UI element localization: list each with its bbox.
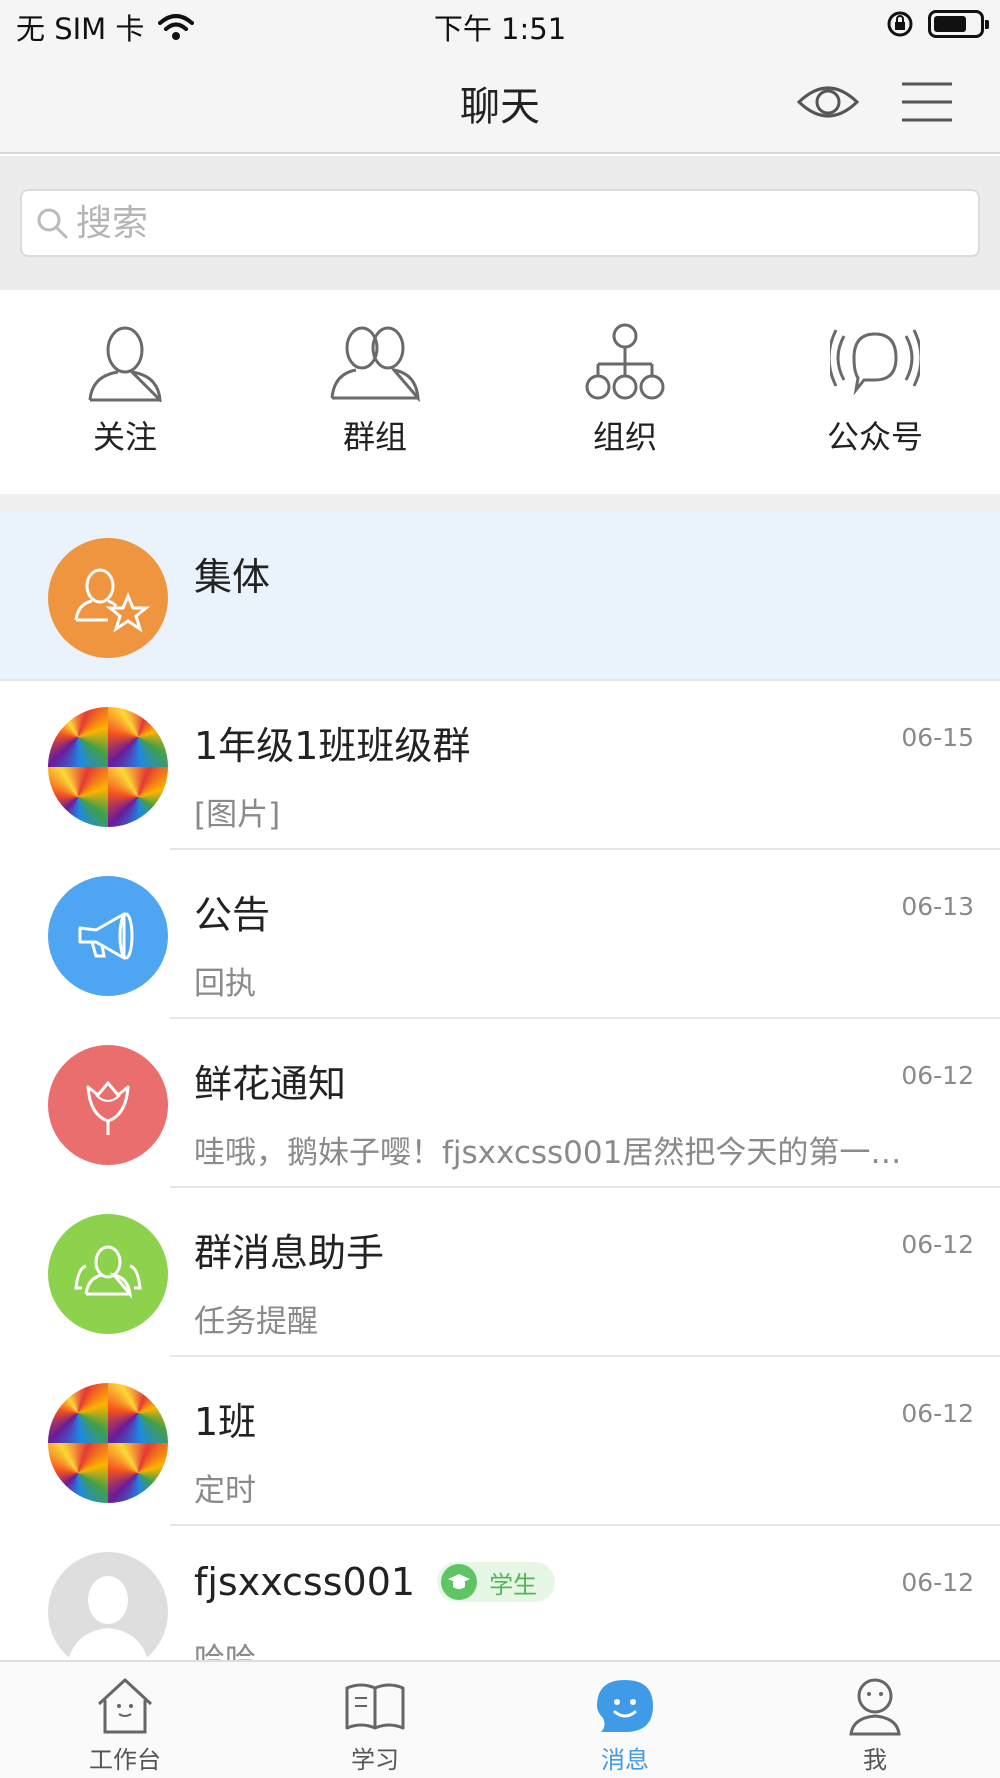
avatar [48, 876, 168, 996]
menu-icon[interactable] [900, 80, 954, 124]
quick-entry-label: 群组 [342, 418, 407, 456]
chat-row[interactable]: 集体 [0, 512, 1000, 681]
chat-name: 集体 [194, 555, 271, 599]
search-input[interactable] [76, 202, 956, 244]
search-bar[interactable] [20, 189, 980, 257]
avatar [48, 707, 168, 827]
megaphone-icon [78, 912, 134, 960]
broadcast-chat-icon [830, 329, 920, 396]
quick-entry-label: 公众号 [826, 418, 923, 456]
quick-entry-groups[interactable]: 群组 [250, 290, 500, 494]
chat-name-line: fjsxxcss001 学生 [194, 1560, 556, 1604]
tab-label: 学习 [351, 1746, 399, 1774]
book-icon [345, 1683, 405, 1730]
default-user-icon [68, 1576, 148, 1660]
eye-icon[interactable] [796, 80, 860, 124]
chat-row[interactable]: 1班 06-12 定时 [0, 1357, 1000, 1526]
chat-preview: 回执 [194, 966, 256, 1002]
tab-label: 我 [863, 1746, 887, 1774]
chat-name: 公告 [194, 893, 271, 937]
tab-label: 消息 [601, 1746, 649, 1774]
tab-label: 工作台 [89, 1746, 161, 1774]
chat-name: 1年级1班班级群 [194, 724, 471, 768]
tab-me[interactable]: 我 [750, 1662, 1000, 1778]
chat-time: 06-12 [901, 1061, 974, 1090]
chat-name: 群消息助手 [194, 1231, 385, 1275]
group-outline-icon [330, 326, 420, 402]
chat-preview: 哈哈 [194, 1642, 256, 1660]
avatar [48, 1045, 168, 1165]
avatar [48, 1214, 168, 1334]
search-icon [37, 208, 68, 239]
avatar [48, 1552, 168, 1660]
rotation-lock-icon [887, 11, 913, 37]
chat-time: 06-12 [901, 1568, 974, 1597]
status-time: 下午 1:51 [433, 12, 567, 46]
tulip-icon [86, 1081, 130, 1135]
chat-name: 1班 [194, 1400, 257, 1444]
message-smile-icon [597, 1680, 653, 1732]
nav-bar: 聊天 [0, 50, 1000, 154]
quick-entry-label: 组织 [592, 418, 657, 456]
profile-icon [849, 1678, 901, 1736]
person-outline-icon [88, 326, 162, 402]
chat-preview: 定时 [194, 1473, 256, 1509]
chat-row[interactable]: 群消息助手 06-12 任务提醒 [0, 1188, 1000, 1357]
flower-mosaic-image [48, 1383, 168, 1503]
chat-preview: 哇哦，鹅妹子嘤！fjsxxcss001居然把今天的第一… [194, 1135, 902, 1171]
tab-messages[interactable]: 消息 [500, 1662, 750, 1778]
chat-preview: [图片] [194, 797, 281, 833]
house-icon [97, 1678, 153, 1734]
status-right [886, 10, 989, 38]
battery-icon [928, 10, 989, 38]
chat-time: 06-12 [901, 1399, 974, 1428]
flower-mosaic-image [48, 707, 168, 827]
tab-study[interactable]: 学习 [250, 1662, 500, 1778]
quick-entry-follow[interactable]: 关注 [0, 290, 250, 494]
graduation-cap-icon [441, 1564, 478, 1600]
avatar [48, 1383, 168, 1503]
quick-entry-official-accounts[interactable]: 公众号 [750, 290, 1000, 494]
chat-name: 鲜花通知 [194, 1062, 347, 1106]
chat-name: fjsxxcss001 [194, 1560, 416, 1604]
org-tree-icon [585, 323, 665, 400]
quick-entry-organization[interactable]: 组织 [500, 290, 750, 494]
quick-entries: 关注 群组 组织 公众号 [0, 290, 1000, 494]
chat-row[interactable]: 鲜花通知 06-12 哇哦，鹅妹子嘤！fjsxxcss001居然把今天的第一… [0, 1019, 1000, 1188]
chat-time: 06-13 [901, 892, 974, 921]
tab-workbench[interactable]: 工作台 [0, 1662, 250, 1778]
chat-time: 06-12 [901, 1230, 974, 1259]
chat-preview: 任务提醒 [194, 1304, 318, 1340]
group-assistant-icon [74, 1245, 142, 1299]
chat-time: 06-15 [901, 723, 974, 752]
chat-row[interactable]: 1年级1班班级群 06-15 [图片] [0, 681, 1000, 850]
status-bar: 无 SIM 卡 下午 1:51 [0, 0, 1000, 50]
role-badge-label: 学生 [489, 1570, 538, 1599]
chat-row[interactable]: 公告 06-13 回执 [0, 850, 1000, 1019]
section-divider [0, 494, 1000, 512]
role-badge: 学生 [437, 1562, 556, 1602]
quick-entry-label: 关注 [92, 418, 157, 456]
chat-list: 集体 1年级1班班级群 06-15 [图片] 公告 06-13 回执 鲜花通知 … [0, 512, 1000, 1660]
search-section [0, 156, 1000, 290]
tab-bar: 工作台 学习 消息 我 [0, 1660, 1000, 1778]
collective-star-icon [74, 568, 151, 633]
avatar [48, 538, 168, 658]
chat-row[interactable]: fjsxxcss001 学生 06-12 哈哈 [0, 1526, 1000, 1660]
